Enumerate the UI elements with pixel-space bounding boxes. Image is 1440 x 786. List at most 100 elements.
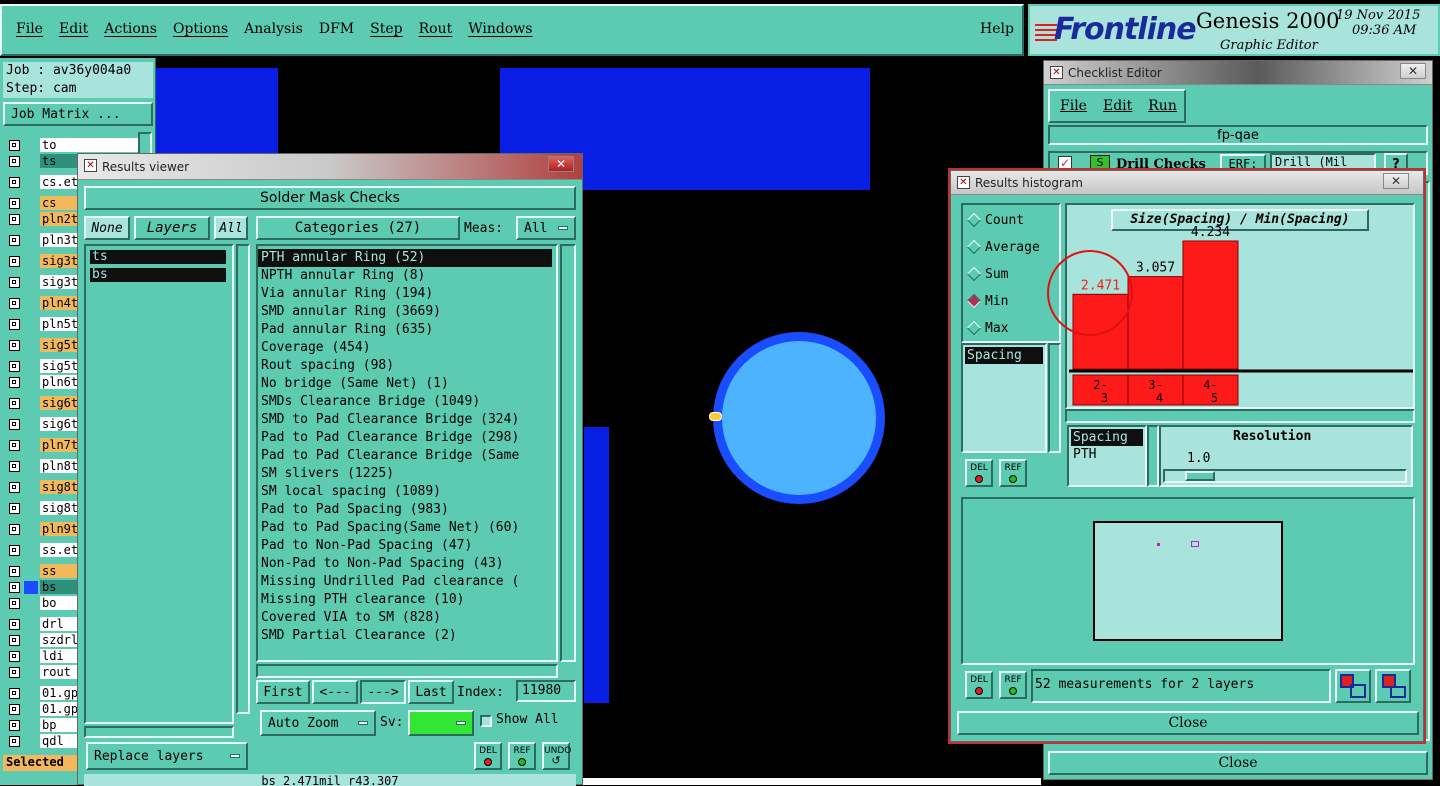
lower-list[interactable]: Spacing PTH	[1067, 425, 1147, 487]
layer-name[interactable]: to	[40, 138, 150, 152]
checklist-menu-edit[interactable]: Edit	[1103, 98, 1132, 114]
layer-checkbox[interactable]	[9, 156, 20, 167]
layer-checkbox[interactable]	[9, 398, 20, 409]
checklist-editor-close-icon[interactable]: ✕	[1400, 63, 1426, 79]
category-item[interactable]: SMDs Clearance Bridge (1049)	[258, 393, 556, 411]
undo-button[interactable]: UNDO ↺	[542, 742, 571, 770]
meas-select[interactable]: All	[516, 216, 576, 240]
mode-label[interactable]: Min	[985, 294, 1008, 309]
category-item[interactable]: Missing Undrilled Pad clearance (	[258, 573, 556, 591]
replace-layers-select[interactable]: Replace layers	[86, 742, 248, 770]
category-item[interactable]: Rout spacing (98)	[258, 357, 556, 375]
layer-checkbox[interactable]	[9, 361, 20, 372]
layer-checkbox[interactable]	[9, 319, 20, 330]
list-item[interactable]: Spacing	[965, 347, 1043, 364]
category-item[interactable]: Pad to Pad Clearance Bridge (298)	[258, 429, 556, 447]
hist-ref-button[interactable]: REF	[999, 459, 1027, 487]
category-item[interactable]: SM local spacing (1089)	[258, 483, 556, 501]
resolution-slider[interactable]	[1163, 469, 1407, 483]
hist-del-button-bottom[interactable]: DEL	[965, 671, 993, 699]
layer-checkbox[interactable]	[9, 635, 20, 646]
category-hscrollbar[interactable]	[256, 664, 558, 678]
category-item[interactable]: Missing PTH clearance (10)	[258, 591, 556, 609]
layer-checkbox[interactable]	[9, 177, 20, 188]
zoom-in-icon[interactable]	[1335, 669, 1371, 703]
mode-label[interactable]: Count	[985, 213, 1024, 228]
category-item[interactable]: Pad to Pad Spacing(Same Net) (60)	[258, 519, 556, 537]
category-scrollbar[interactable]	[560, 244, 576, 662]
category-item[interactable]: SMD Partial Clearance (2)	[258, 627, 556, 645]
layer-checkbox[interactable]	[9, 651, 20, 662]
all-layers-button[interactable]: All	[214, 216, 248, 240]
layer-checkbox[interactable]	[9, 298, 20, 309]
ref-button[interactable]: REF	[508, 742, 536, 770]
layer-checkbox[interactable]	[9, 598, 20, 609]
category-item[interactable]: Pad to Pad Clearance Bridge (Same	[258, 447, 556, 465]
measure-list[interactable]: Spacing	[961, 343, 1047, 453]
chart-hscrollbar[interactable]	[1065, 409, 1415, 423]
result-layer-item[interactable]: bs	[90, 268, 226, 282]
layer-checkbox[interactable]	[9, 140, 20, 151]
layer-checkbox[interactable]	[9, 482, 20, 493]
measure-scrollbar[interactable]	[1048, 343, 1061, 453]
histogram-close-button[interactable]: Close	[957, 711, 1419, 735]
mode-radio-min[interactable]	[966, 293, 982, 309]
results-viewer-close-icon[interactable]: ✕	[548, 156, 574, 172]
menu-file[interactable]: File	[16, 21, 43, 37]
category-item[interactable]: SMD to Pad Clearance Bridge (324)	[258, 411, 556, 429]
layer-checkbox[interactable]	[9, 545, 20, 556]
menu-rout[interactable]: Rout	[419, 21, 453, 37]
menu-edit[interactable]: Edit	[59, 21, 88, 37]
layer-checkbox[interactable]	[9, 256, 20, 267]
layer-checkbox[interactable]	[9, 503, 20, 514]
hist-del-button[interactable]: DEL	[965, 459, 993, 487]
menu-options[interactable]: Options	[173, 21, 228, 37]
layer-checkbox[interactable]	[9, 688, 20, 699]
menu-actions[interactable]: Actions	[104, 21, 157, 37]
histogram-close-icon[interactable]: ✕	[1383, 173, 1409, 189]
list-item[interactable]: PTH	[1071, 446, 1143, 463]
category-item[interactable]: SM slivers (1225)	[258, 465, 556, 483]
layer-list-hscrollbar[interactable]	[84, 726, 234, 738]
category-item[interactable]: Via annular Ring (194)	[258, 285, 556, 303]
layer-checkbox[interactable]	[9, 566, 20, 577]
layer-checkbox[interactable]	[9, 198, 20, 209]
category-list[interactable]: PTH annular Ring (52) NPTH annular Ring (…	[256, 244, 558, 662]
mode-label[interactable]: Sum	[985, 267, 1008, 282]
sv-color-select[interactable]	[408, 710, 474, 736]
layer-checkbox[interactable]	[9, 440, 20, 451]
layer-checkbox[interactable]	[9, 667, 20, 678]
layer-checkbox[interactable]	[9, 214, 20, 225]
layer-checkbox[interactable]	[9, 524, 20, 535]
layer-list-scrollbar[interactable]	[236, 244, 250, 714]
del-button[interactable]: DEL	[474, 742, 502, 770]
categories-button[interactable]: Categories (27)	[256, 216, 460, 240]
category-item[interactable]: SMD annular Ring (3669)	[258, 303, 556, 321]
result-layer-item[interactable]: ts	[90, 250, 226, 264]
layer-checkbox[interactable]	[9, 235, 20, 246]
checklist-menu-run[interactable]: Run	[1148, 98, 1177, 114]
slider-handle[interactable]	[1185, 471, 1215, 481]
layer-row[interactable]: to	[6, 138, 152, 153]
next-button[interactable]: --->	[360, 680, 406, 704]
layer-checkbox[interactable]	[9, 619, 20, 630]
first-button[interactable]: First	[256, 680, 310, 704]
mode-radio-max[interactable]	[966, 320, 982, 336]
category-item[interactable]: Non-Pad to Non-Pad Spacing (43)	[258, 555, 556, 573]
mode-radio-count[interactable]	[966, 212, 982, 228]
menu-help[interactable]: Help	[980, 21, 1014, 37]
lower-list-scrollbar[interactable]	[1147, 425, 1159, 487]
category-item[interactable]: No bridge (Same Net) (1)	[258, 375, 556, 393]
mode-radio-average[interactable]	[966, 239, 982, 255]
layer-checkbox[interactable]	[9, 704, 20, 715]
hist-ref-button-bottom[interactable]: REF	[999, 671, 1027, 699]
menu-step[interactable]: Step	[370, 21, 402, 37]
layer-result-list[interactable]: ts bs	[84, 244, 234, 724]
category-item[interactable]: Pad to Non-Pad Spacing (47)	[258, 537, 556, 555]
category-item[interactable]: Pad to Pad Spacing (983)	[258, 501, 556, 519]
checklist-close-button[interactable]: Close	[1048, 751, 1428, 775]
checklist-menu-file[interactable]: File	[1060, 98, 1087, 114]
layer-checkbox[interactable]	[9, 377, 20, 388]
menu-analysis[interactable]: Analysis	[244, 21, 303, 37]
menu-dfm[interactable]: DFM	[319, 21, 354, 37]
